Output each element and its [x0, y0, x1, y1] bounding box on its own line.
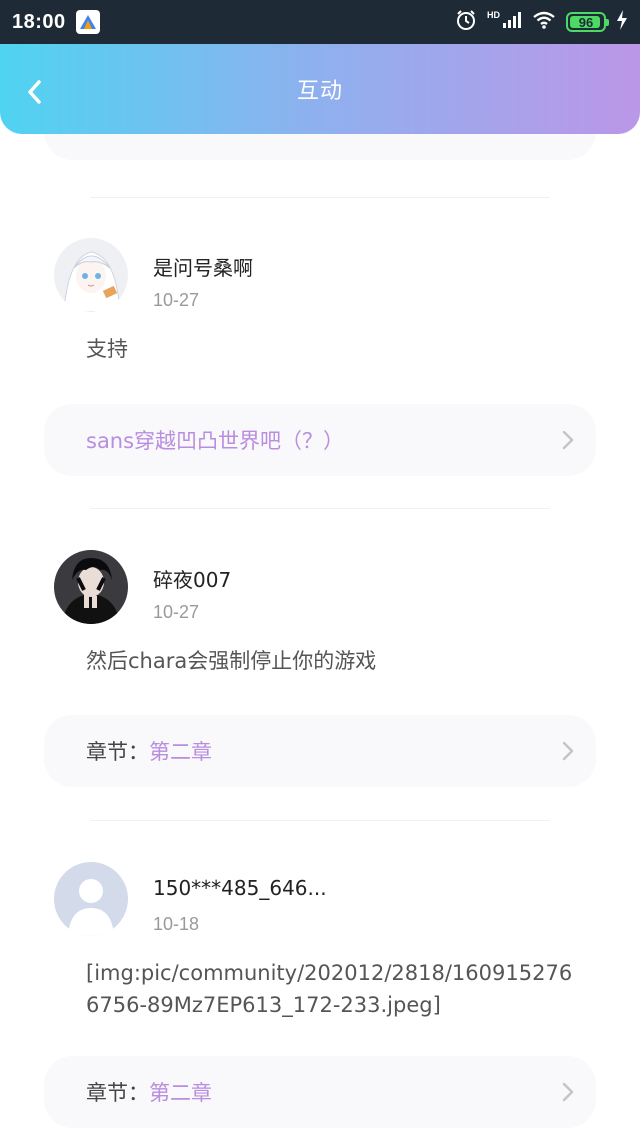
battery-level: 96	[578, 14, 594, 30]
page-header: 互动	[0, 44, 640, 134]
back-button[interactable]	[20, 78, 48, 106]
signal-icon	[502, 11, 522, 33]
interaction-feed[interactable]: 是问号桑啊 10-27 支持 sans穿越凹凸世界吧（？） 碎夜007 10-2…	[0, 134, 640, 1138]
post-date: 10-18	[153, 914, 200, 934]
username[interactable]: 碎夜007	[153, 564, 231, 593]
chevron-right-icon	[562, 741, 574, 761]
chevron-left-icon	[28, 80, 41, 104]
comment-text: 然后chara会强制停止你的游戏	[86, 649, 377, 673]
chevron-right-icon	[562, 1082, 574, 1102]
topic-link-card[interactable]: sans穿越凹凸世界吧（？）	[44, 404, 596, 476]
divider	[90, 197, 550, 198]
status-icons: HD 96	[455, 9, 628, 35]
charging-icon	[616, 10, 628, 34]
divider	[90, 508, 550, 509]
chapter-label: 章节：	[86, 1081, 149, 1105]
username[interactable]: 150***485_646...	[153, 876, 327, 900]
avatar[interactable]	[54, 238, 128, 312]
comment-text: [img:pic/community/202012/2818/160915276…	[86, 961, 573, 1017]
topic-link-title: sans穿越凹凸世界吧（？）	[86, 429, 345, 453]
avatar[interactable]	[54, 550, 128, 624]
comment-text: 支持	[86, 337, 128, 361]
app-notification-icon	[75, 10, 100, 34]
previous-link-card[interactable]	[44, 134, 596, 160]
status-time: 18:00	[12, 10, 66, 33]
avatar[interactable]	[54, 862, 128, 936]
chapter-label: 章节：	[86, 740, 149, 764]
post-date: 10-27	[153, 602, 200, 622]
battery-indicator: 96	[566, 12, 609, 32]
chevron-right-icon	[562, 430, 574, 450]
page-title: 互动	[296, 79, 343, 104]
post-date: 10-27	[153, 290, 200, 310]
username[interactable]: 是问号桑啊	[153, 252, 253, 281]
chapter-name: 第二章	[149, 740, 212, 764]
wifi-icon	[532, 11, 556, 33]
divider	[90, 820, 550, 821]
chapter-name: 第二章	[149, 1081, 212, 1105]
chapter-link-card[interactable]: 章节： 第二章	[44, 715, 596, 787]
status-bar: 18:00 HD 96	[0, 0, 640, 44]
hd-indicator: HD	[487, 9, 500, 20]
chapter-link-card[interactable]: 章节： 第二章	[44, 1056, 596, 1128]
alarm-icon	[455, 9, 477, 35]
